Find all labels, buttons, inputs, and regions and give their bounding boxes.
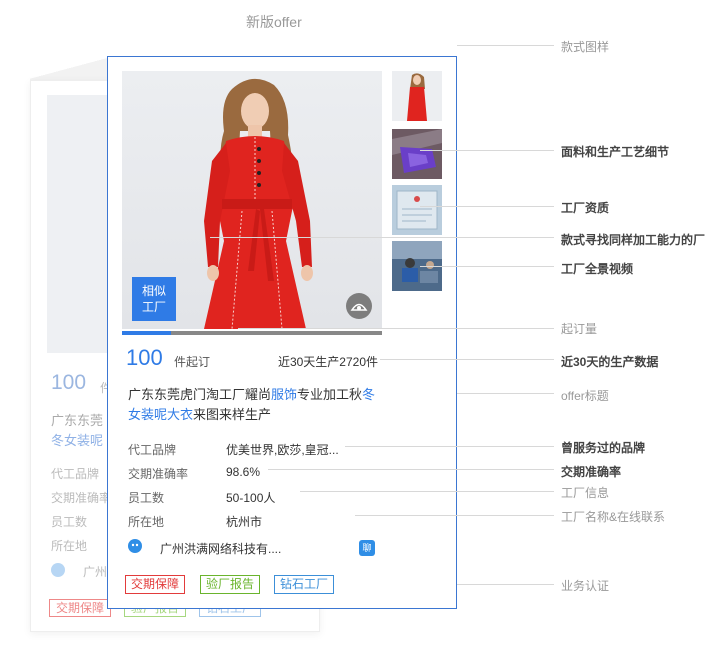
old-card-title-highlight: 冬女装呢 [51,433,104,448]
page-title: 新版offer [246,14,302,30]
info-label-staff: 员工数 [128,491,165,505]
old-card-company: 广州 [83,565,108,579]
offer-title-text: 来图来样生产 [193,407,272,422]
offer-title-text: 广东东莞虎门淘工厂耀尚 [128,387,272,402]
offer-title-text: 专业加工秋 [297,387,363,402]
annotation-offer-title: offer标题 [561,389,609,403]
annotation-served-brands: 曾服务过的品牌 [561,441,646,455]
annotation-line [420,266,554,267]
annotation-min-order: 起订量 [561,322,598,336]
similar-factory-button[interactable]: 相似 工厂 [132,277,176,321]
annotation-similar-factory: 款式寻找同样加工能力的厂 [561,233,706,247]
old-card-corner [30,56,110,80]
annotation-production-30d: 近30天的生产数据 [561,355,659,369]
factory-logo-icon[interactable] [346,293,372,319]
info-value-staff: 50-100人 [226,491,276,505]
annotation-line [355,515,554,516]
product-image[interactable]: 相似 工厂 [122,71,382,329]
tag-diamond-factory[interactable]: 钻石工厂 [274,575,335,594]
old-card-qty: 100 [51,371,87,394]
annotation-line [420,206,554,207]
tag-factory-report[interactable]: 验厂报告 [200,575,261,594]
annotation-factory-contact: 工厂名称&在线联系 [561,510,666,524]
annotation-line [345,446,554,447]
min-order-unit: 件起订 [174,355,211,369]
old-card-avatar-icon [51,563,65,577]
company-name-link[interactable]: 广州洪满网络科技有.... [160,540,281,557]
annotation-line [457,45,554,46]
thumbnail-style[interactable] [392,71,442,121]
similar-factory-label: 相似 [141,284,166,298]
offer-title[interactable]: 广东东莞虎门淘工厂耀尚服饰专业加工秋冬女装呢大衣来图来样生产 [128,385,388,425]
info-label-location: 所在地 [128,515,165,529]
annotation-line [210,237,554,238]
annotation-style-image: 款式图样 [561,40,610,54]
annotation-line [238,328,554,329]
old-card-label: 代工品牌 [51,467,100,481]
annotation-line [380,359,554,360]
old-card-label: 员工数 [51,515,88,529]
chat-icon[interactable]: 聊 [359,540,375,556]
annotation-line [420,150,554,151]
info-label-delivery: 交期准确率 [128,467,189,481]
old-card-label: 交期准确率 [51,491,112,505]
production-30d: 近30天生产2720件 [277,355,378,369]
annotation-factory-info: 工厂信息 [561,486,610,500]
offer-card[interactable]: 相似 工厂 100 件起订 近30天生产2720件 广东东莞虎门淘工厂耀尚服饰专… [107,56,457,609]
video-progress-fill [122,331,172,335]
info-value-location: 杭州市 [226,515,263,529]
video-progress-bar[interactable] [122,331,382,335]
company-avatar-icon [128,539,142,553]
old-card-label: 所在地 [51,539,88,553]
offer-title-highlight[interactable]: 服饰 [271,387,297,402]
old-card-title: 广东东莞 [51,413,104,428]
annotation-line [457,584,554,585]
annotation-factory-cert: 工厂资质 [561,201,610,215]
annotation-line [300,491,554,492]
min-order-qty: 100 [126,345,163,370]
annotation-line [457,393,554,394]
thumbnail-factory-cert[interactable] [392,185,442,235]
old-card-tag: 交期保障 [49,599,112,617]
thumbnail-fabric-detail[interactable] [392,129,442,179]
annotation-delivery-accuracy: 交期准确率 [561,465,622,479]
similar-factory-label: 工厂 [141,300,166,314]
annotation-line [268,469,554,470]
tag-delivery-guarantee[interactable]: 交期保障 [125,575,186,594]
annotation-business-cert: 业务认证 [561,579,610,593]
info-label-brands: 代工品牌 [128,443,177,457]
info-value-delivery: 98.6% [226,465,261,479]
annotation-factory-video: 工厂全景视频 [561,262,634,276]
info-value-brands: 优美世界,欧莎,皇冠... [226,443,339,457]
annotation-fabric-detail: 面料和生产工艺细节 [561,145,670,159]
